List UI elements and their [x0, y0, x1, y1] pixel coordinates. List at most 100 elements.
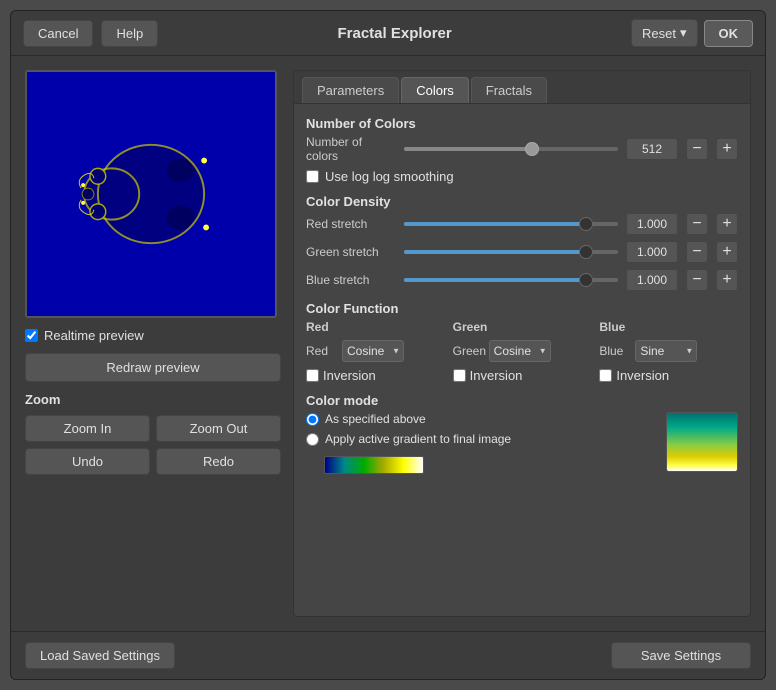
- help-button[interactable]: Help: [101, 20, 158, 47]
- red-stretch-minus[interactable]: −: [686, 213, 708, 235]
- panel-content: Number of Colors Number of colors − +: [294, 104, 750, 616]
- color-density-section: Color Density Red stretch − +: [306, 194, 738, 291]
- mode-as-specified[interactable]: As specified above: [306, 412, 656, 426]
- red-stretch-plus[interactable]: +: [716, 213, 738, 235]
- gradient-strip-preview: [324, 456, 424, 474]
- smoothing-checkbox[interactable]: [306, 170, 319, 183]
- mode-gradient[interactable]: Apply active gradient to final image: [306, 432, 656, 446]
- color-density-title: Color Density: [306, 194, 738, 209]
- zoom-buttons: Zoom In Zoom Out Undo Redo: [25, 415, 281, 475]
- blue-stretch-minus[interactable]: −: [686, 269, 708, 291]
- zoom-in-button[interactable]: Zoom In: [25, 415, 150, 442]
- undo-button[interactable]: Undo: [25, 448, 150, 475]
- green-func-label: Green: [453, 344, 485, 358]
- mode-as-specified-label: As specified above: [325, 412, 426, 426]
- num-colors-label: Number of colors: [306, 135, 396, 163]
- chevron-down-icon: ▾: [680, 25, 687, 41]
- red-stretch-value[interactable]: [626, 213, 678, 235]
- smoothing-label: Use log log smoothing: [325, 169, 454, 184]
- titlebar-left: Cancel Help: [23, 20, 158, 47]
- mode-as-specified-radio[interactable]: [306, 413, 319, 426]
- red-column: Red Red Cosine Sine Linear: [306, 320, 445, 383]
- blue-col-header: Blue: [599, 320, 738, 334]
- blue-inversion-checkbox[interactable]: [599, 369, 612, 382]
- red-inversion-checkbox[interactable]: [306, 369, 319, 382]
- green-stretch-minus[interactable]: −: [686, 241, 708, 263]
- reset-label: Reset: [642, 26, 676, 41]
- green-stretch-row: Green stretch − +: [306, 241, 738, 263]
- red-func-row: Red Cosine Sine Linear: [306, 340, 445, 362]
- color-mode-options: As specified above Apply active gradient…: [306, 412, 656, 474]
- reset-button[interactable]: Reset ▾: [631, 19, 698, 47]
- bottom-bar: Load Saved Settings Save Settings: [11, 631, 765, 679]
- cancel-button[interactable]: Cancel: [23, 20, 93, 47]
- color-function-title: Color Function: [306, 301, 738, 316]
- red-inversion-row: Inversion: [306, 368, 445, 383]
- green-stretch-value[interactable]: [626, 241, 678, 263]
- red-stretch-label: Red stretch: [306, 217, 396, 231]
- blue-stretch-label: Blue stretch: [306, 273, 396, 287]
- zoom-out-button[interactable]: Zoom Out: [156, 415, 281, 442]
- blue-column: Blue Blue Sine Cosine Linear: [599, 320, 738, 383]
- dialog-title: Fractal Explorer: [338, 25, 452, 42]
- color-function-section: Color Function Red Red Cosine Sine: [306, 301, 738, 383]
- blue-func-select[interactable]: Sine Cosine Linear: [635, 340, 697, 362]
- right-panel: Parameters Colors Fractals Number of Col…: [293, 70, 751, 617]
- blue-stretch-value[interactable]: [626, 269, 678, 291]
- blue-stretch-plus[interactable]: +: [716, 269, 738, 291]
- green-inversion-checkbox[interactable]: [453, 369, 466, 382]
- green-stretch-plus[interactable]: +: [716, 241, 738, 263]
- num-colors-value[interactable]: [626, 138, 678, 160]
- main-content: Realtime preview Redraw preview Zoom Zoo…: [11, 56, 765, 631]
- green-func-row: Green Cosine Sine Linear: [453, 340, 592, 362]
- color-mode-title: Color mode: [306, 393, 738, 408]
- num-colors-minus[interactable]: −: [686, 138, 708, 160]
- redraw-button[interactable]: Redraw preview: [25, 353, 281, 382]
- blue-inversion-label: Inversion: [616, 368, 669, 383]
- color-mode-area: As specified above Apply active gradient…: [306, 412, 738, 474]
- zoom-section: Zoom Zoom In Zoom Out Undo Redo: [25, 392, 281, 475]
- load-settings-button[interactable]: Load Saved Settings: [25, 642, 175, 669]
- blue-func-label: Blue: [599, 344, 631, 358]
- green-col-header: Green: [453, 320, 592, 334]
- zoom-label: Zoom: [25, 392, 281, 407]
- gradient-preview-container: [666, 412, 738, 472]
- red-inversion-label: Inversion: [323, 368, 376, 383]
- realtime-checkbox-input[interactable]: [25, 329, 38, 342]
- blue-func-row: Blue Sine Cosine Linear: [599, 340, 738, 362]
- titlebar-right: Reset ▾ OK: [631, 19, 753, 47]
- tab-parameters[interactable]: Parameters: [302, 77, 399, 103]
- dialog: Cancel Help Fractal Explorer Reset ▾ OK: [10, 10, 766, 680]
- redo-button[interactable]: Redo: [156, 448, 281, 475]
- titlebar: Cancel Help Fractal Explorer Reset ▾ OK: [11, 11, 765, 56]
- green-inversion-label: Inversion: [470, 368, 523, 383]
- save-settings-button[interactable]: Save Settings: [611, 642, 751, 669]
- color-function-grid: Red Red Cosine Sine Linear: [306, 320, 738, 383]
- realtime-preview-checkbox[interactable]: Realtime preview: [25, 328, 281, 343]
- blue-func-select-wrapper: Sine Cosine Linear: [635, 340, 697, 362]
- green-func-select[interactable]: Cosine Sine Linear: [489, 340, 551, 362]
- red-func-select[interactable]: Cosine Sine Linear: [342, 340, 404, 362]
- smoothing-row: Use log log smoothing: [306, 169, 738, 184]
- red-stretch-row: Red stretch − +: [306, 213, 738, 235]
- blue-stretch-slider[interactable]: [404, 278, 618, 282]
- red-func-label: Red: [306, 344, 338, 358]
- fractal-image: [27, 72, 275, 316]
- red-col-header: Red: [306, 320, 445, 334]
- color-mode-section: Color mode As specified above Apply acti…: [306, 393, 738, 474]
- fractal-preview: [25, 70, 277, 318]
- realtime-label: Realtime preview: [44, 328, 144, 343]
- red-stretch-slider[interactable]: [404, 222, 618, 226]
- tabs: Parameters Colors Fractals: [294, 71, 750, 104]
- green-column: Green Green Cosine Sine Linear: [453, 320, 592, 383]
- num-colors-section: Number of Colors Number of colors − +: [306, 116, 738, 184]
- num-colors-slider[interactable]: [404, 147, 618, 151]
- tab-fractals[interactable]: Fractals: [471, 77, 547, 103]
- green-stretch-slider[interactable]: [404, 250, 618, 254]
- ok-button[interactable]: OK: [704, 20, 754, 47]
- blue-inversion-row: Inversion: [599, 368, 738, 383]
- mode-gradient-radio[interactable]: [306, 433, 319, 446]
- green-inversion-row: Inversion: [453, 368, 592, 383]
- num-colors-plus[interactable]: +: [716, 138, 738, 160]
- tab-colors[interactable]: Colors: [401, 77, 469, 103]
